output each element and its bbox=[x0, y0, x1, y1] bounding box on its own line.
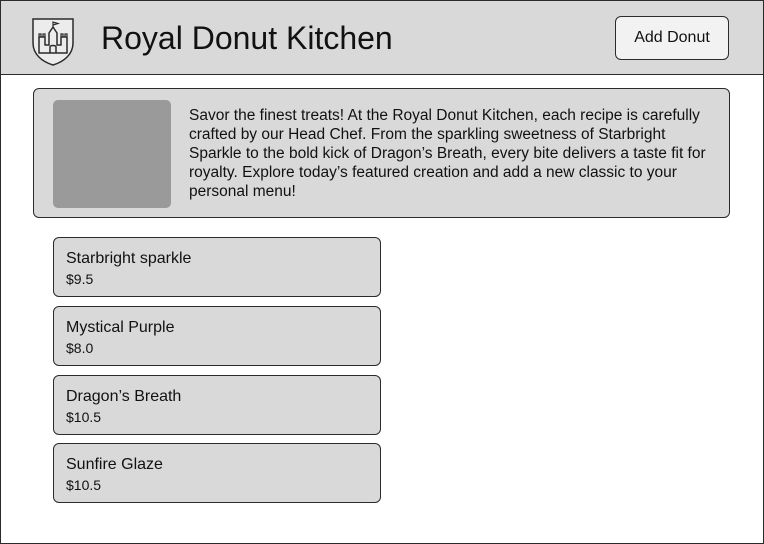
donut-card[interactable]: Dragon’s Breath $10.5 bbox=[53, 375, 381, 435]
featured-image-placeholder bbox=[53, 100, 171, 208]
app-title: Royal Donut Kitchen bbox=[101, 20, 393, 56]
donut-price: $9.5 bbox=[66, 271, 94, 287]
donut-card[interactable]: Mystical Purple $8.0 bbox=[53, 306, 381, 366]
donut-price: $10.5 bbox=[66, 477, 102, 493]
add-donut-button[interactable]: Add Donut bbox=[615, 16, 729, 60]
donut-card[interactable]: Sunfire Glaze $10.5 bbox=[53, 443, 381, 503]
castle-shield-icon bbox=[32, 18, 74, 66]
donut-name: Dragon’s Breath bbox=[66, 388, 182, 405]
header-bar: Royal Donut Kitchen Add Donut bbox=[1, 1, 763, 75]
featured-description: Savor the finest treats! At the Royal Do… bbox=[189, 107, 706, 200]
app-window: Royal Donut Kitchen Add Donut Savor the … bbox=[0, 0, 764, 544]
featured-banner: Savor the finest treats! At the Royal Do… bbox=[33, 88, 730, 218]
donut-card[interactable]: Starbright sparkle $9.5 bbox=[53, 237, 381, 297]
donut-name: Mystical Purple bbox=[66, 319, 175, 336]
donut-price: $8.0 bbox=[66, 340, 94, 356]
donut-name: Starbright sparkle bbox=[66, 250, 192, 267]
donut-price: $10.5 bbox=[66, 409, 102, 425]
donut-name: Sunfire Glaze bbox=[66, 456, 163, 473]
